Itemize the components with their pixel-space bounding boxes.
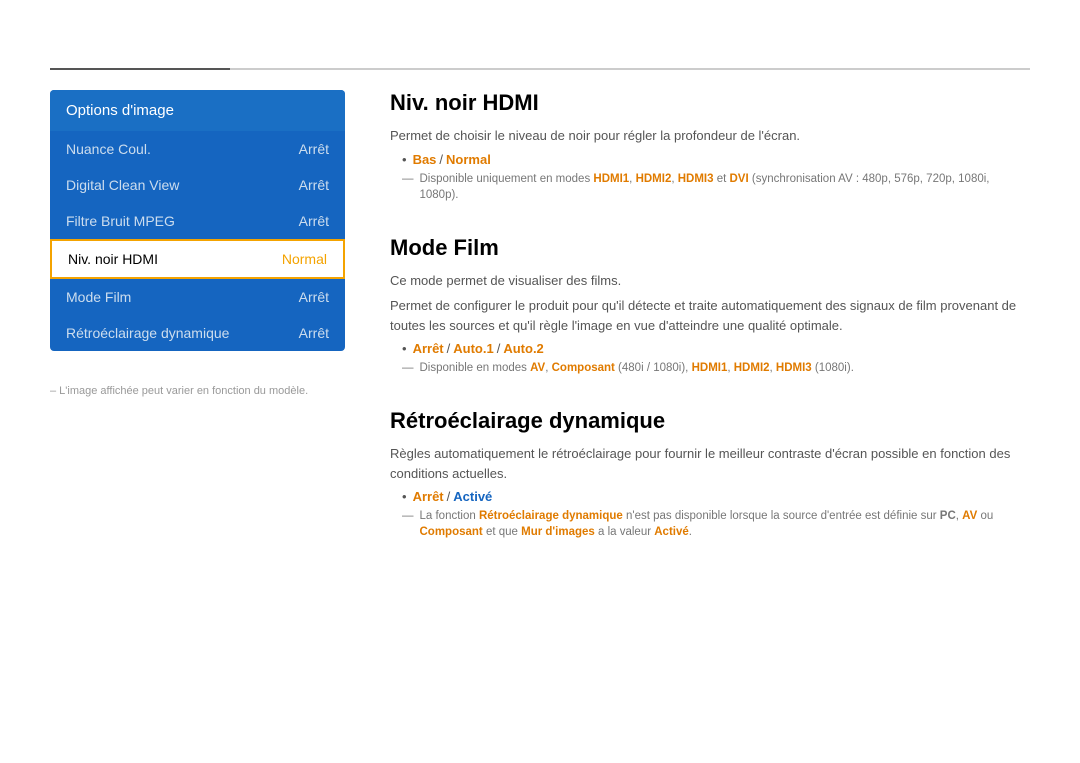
retro-arret: Arrêt [413,489,444,504]
sidebar-header: Options d'image [50,90,345,131]
sidebar-item-niv-value: Normal [282,251,327,267]
sidebar-item-nuance[interactable]: Nuance Coul. Arrêt [50,131,345,167]
section-retro-title: Rétroéclairage dynamique [390,408,1030,434]
section-mode-film-desc2: Permet de configurer le produit pour qu'… [390,296,1030,335]
section-retro-note: La fonction Rétroéclairage dynamique n'e… [402,508,1030,540]
section-retro-desc: Règles automatiquement le rétroéclairage… [390,444,1030,483]
section-mode-film-bullet: Arrêt / Auto.1 / Auto.2 [402,341,1030,356]
main-content: Niv. noir HDMI Permet de choisir le nive… [390,90,1030,572]
section-niv-noir-note: Disponible uniquement en modes HDMI1, HD… [402,171,1030,203]
sidebar-item-digital-value: Arrêt [299,177,329,193]
sidebar-item-nuance-label: Nuance Coul. [66,141,151,157]
footnote: – L'image affichée peut varier en foncti… [50,385,308,397]
sidebar-item-mode-label: Mode Film [66,289,131,305]
top-divider-dark [50,68,230,70]
sidebar-item-niv-label: Niv. noir HDMI [68,251,158,267]
section-niv-noir-desc: Permet de choisir le niveau de noir pour… [390,126,1030,146]
sidebar-item-filtre-value: Arrêt [299,213,329,229]
niv-slash: / [439,152,443,167]
section-niv-noir: Niv. noir HDMI Permet de choisir le nive… [390,90,1030,203]
sidebar-item-filtre-label: Filtre Bruit MPEG [66,213,175,229]
section-mode-film-desc1: Ce mode permet de visualiser des films. [390,271,1030,291]
film-auto1: Auto.1 [453,341,493,356]
niv-normal: Normal [446,152,491,167]
sidebar-item-retroeclairage[interactable]: Rétroéclairage dynamique Arrêt [50,315,345,351]
section-retro-bullet: Arrêt / Activé [402,489,1030,504]
sidebar-item-nuance-value: Arrêt [299,141,329,157]
section-mode-film-note: Disponible en modes AV, Composant (480i … [402,360,1030,376]
section-niv-noir-title: Niv. noir HDMI [390,90,1030,116]
section-mode-film: Mode Film Ce mode permet de visualiser d… [390,235,1030,377]
section-mode-film-title: Mode Film [390,235,1030,261]
sidebar-item-digital[interactable]: Digital Clean View Arrêt [50,167,345,203]
film-arret: Arrêt [413,341,444,356]
section-retroeclairage: Rétroéclairage dynamique Règles automati… [390,408,1030,540]
niv-bas: Bas [413,152,437,167]
sidebar-item-niv-noir[interactable]: Niv. noir HDMI Normal [50,239,345,279]
sidebar-item-mode-value: Arrêt [299,289,329,305]
sidebar-item-mode-film[interactable]: Mode Film Arrêt [50,279,345,315]
sidebar-item-filtre[interactable]: Filtre Bruit MPEG Arrêt [50,203,345,239]
sidebar-item-retro-value: Arrêt [299,325,329,341]
sidebar: Options d'image Nuance Coul. Arrêt Digit… [50,90,345,351]
retro-active: Activé [453,489,492,504]
sidebar-item-digital-label: Digital Clean View [66,177,179,193]
film-auto2: Auto.2 [503,341,543,356]
sidebar-item-retro-label: Rétroéclairage dynamique [66,325,229,341]
section-niv-noir-bullet: Bas / Normal [402,152,1030,167]
